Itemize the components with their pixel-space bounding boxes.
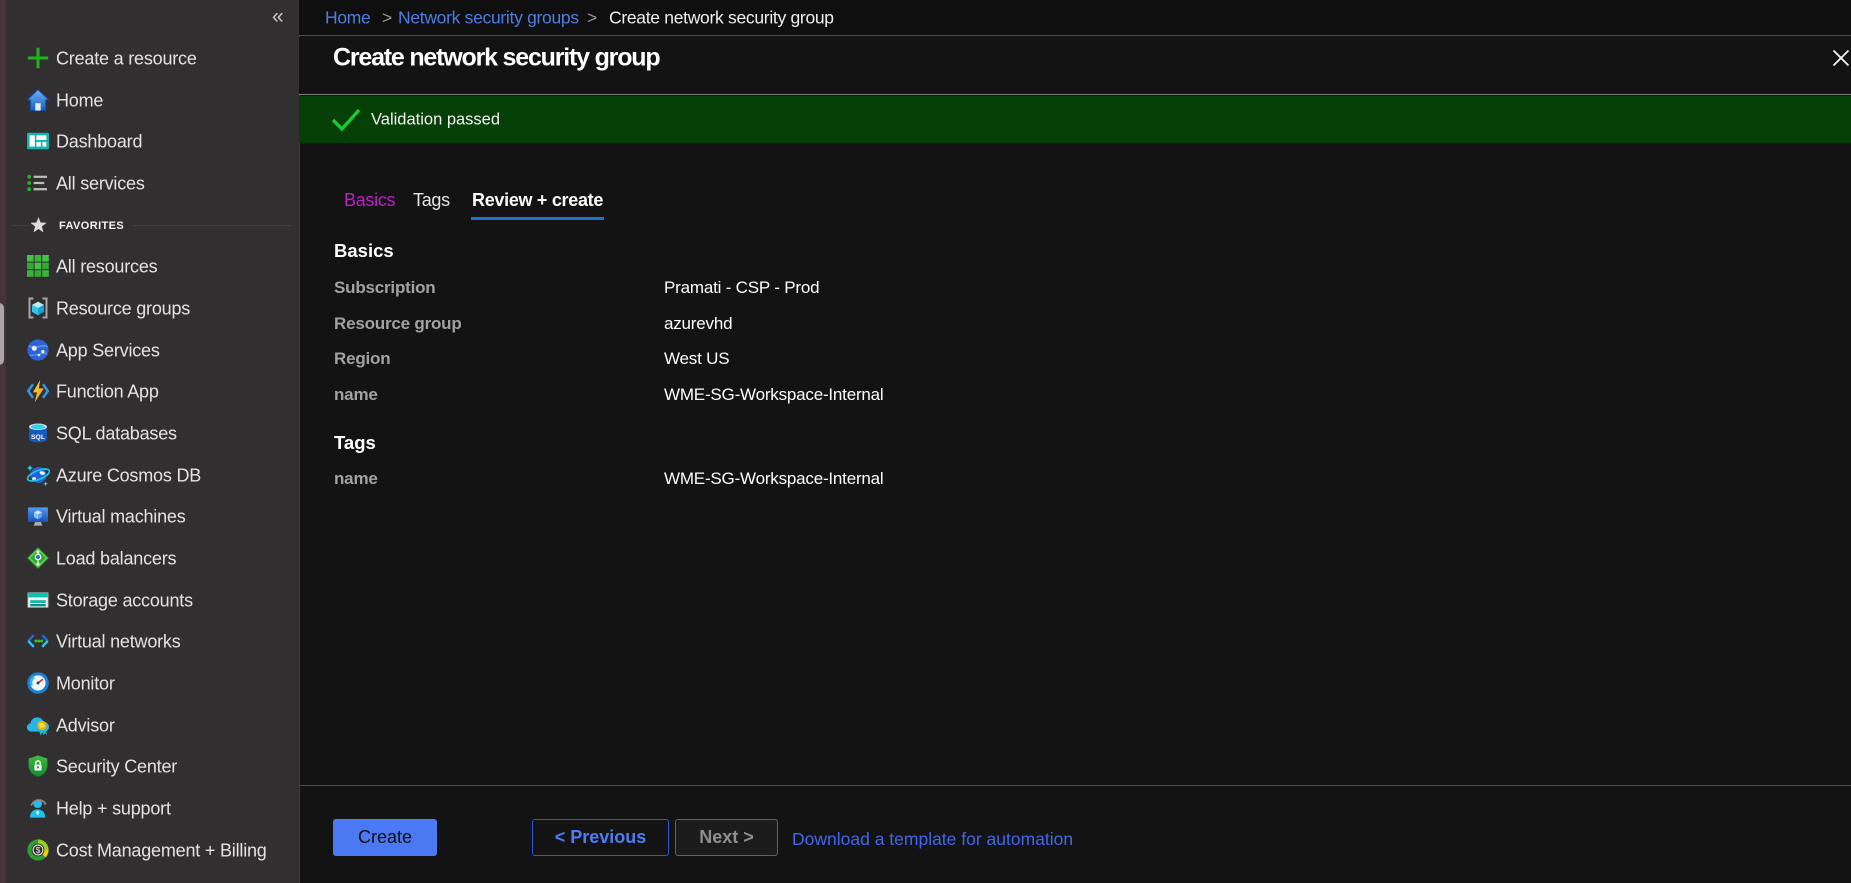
- svg-text:SQL: SQL: [31, 434, 45, 441]
- svg-text:$: $: [36, 846, 41, 855]
